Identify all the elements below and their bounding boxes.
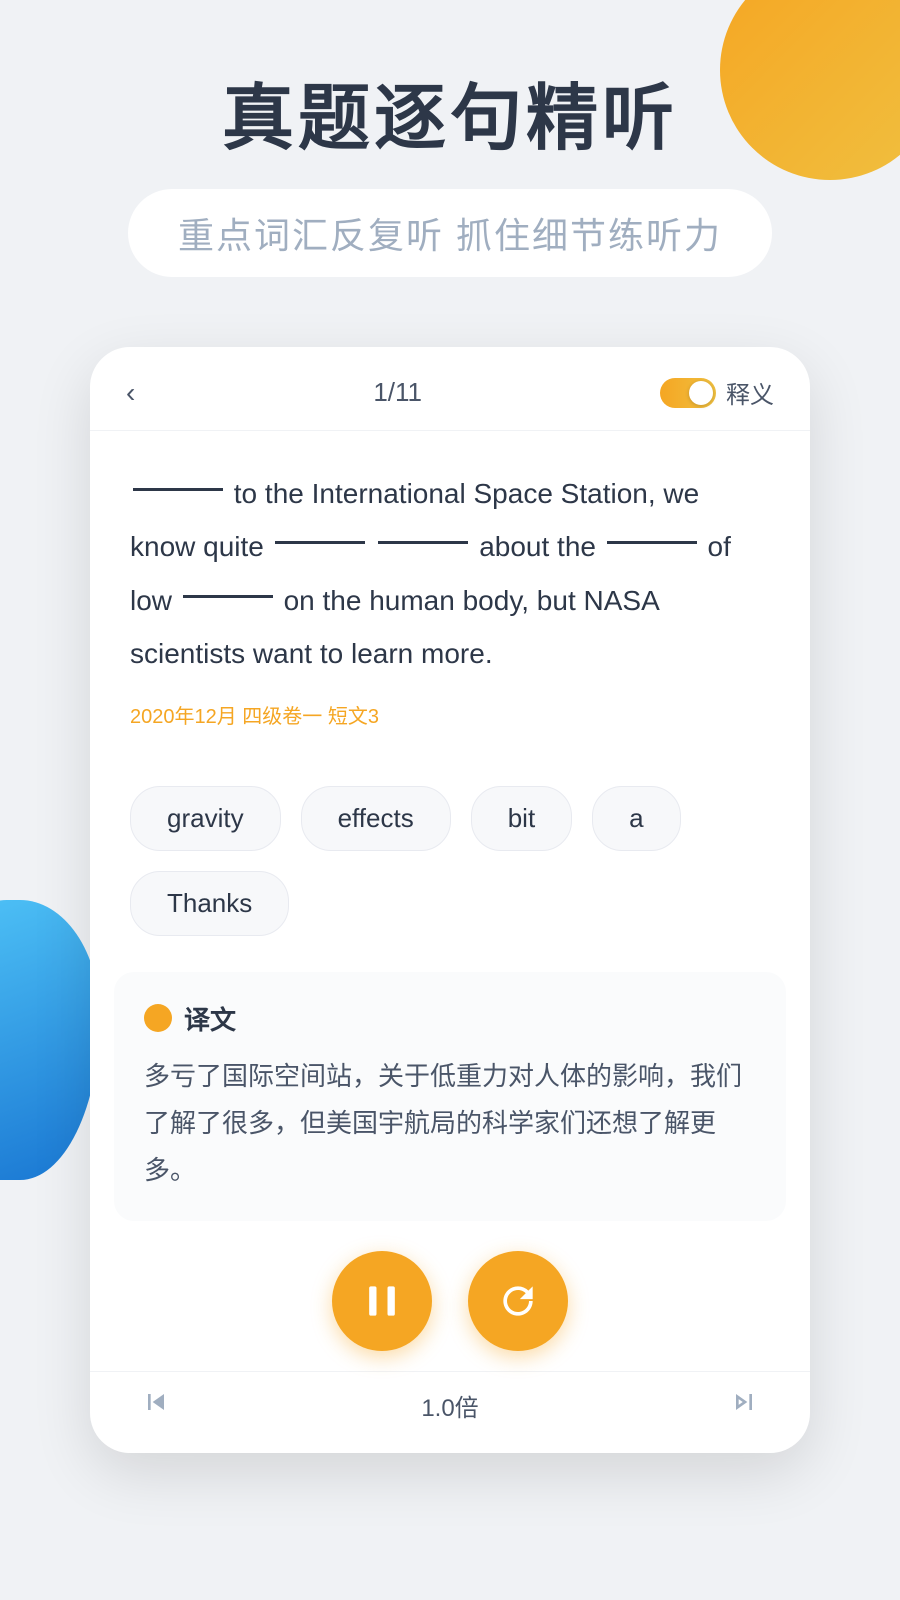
prev-track-button[interactable]	[140, 1386, 172, 1425]
bottom-controls	[90, 1221, 810, 1371]
blank-2	[275, 541, 365, 544]
blank-5	[183, 595, 273, 598]
phone-card: ‹ 1/11 释义 to the International Space Sta…	[90, 347, 810, 1453]
pause-button[interactable]	[332, 1251, 432, 1351]
translation-header: 译文	[144, 1000, 756, 1037]
toggle-knob	[689, 381, 713, 405]
passage-meta: 2020年12月 四级卷一 短文3	[130, 698, 770, 746]
definition-toggle[interactable]	[660, 378, 716, 408]
next-track-button[interactable]	[728, 1386, 760, 1425]
blank-3	[378, 541, 468, 544]
page-title: 真题逐句精听	[60, 80, 840, 159]
blank-1	[133, 488, 223, 491]
next-track-icon	[728, 1386, 760, 1418]
playback-bar: 1.0倍	[90, 1371, 810, 1453]
word-chip-bit[interactable]: bit	[471, 786, 572, 851]
word-chip-a[interactable]: a	[592, 786, 680, 851]
translation-dot	[144, 1004, 172, 1032]
translation-text: 多亏了国际空间站，关于低重力对人体的影响，我们了解了很多，但美国宇航局的科学家们…	[144, 1053, 756, 1193]
page-subtitle: 重点词汇反复听 抓住细节练听力	[178, 207, 722, 259]
progress-indicator: 1/11	[373, 377, 422, 408]
prev-track-icon	[140, 1386, 172, 1418]
word-options-container: gravity effects bit a Thanks	[90, 766, 810, 956]
passage-text: to the International Space Station, we k…	[90, 431, 810, 766]
nav-bar: ‹ 1/11 释义	[90, 347, 810, 431]
refresh-button[interactable]	[468, 1251, 568, 1351]
bg-decoration-blue	[0, 900, 100, 1180]
toggle-label: 释义	[726, 375, 774, 410]
nav-right-group: 释义	[660, 375, 774, 410]
blank-4	[607, 541, 697, 544]
refresh-icon	[496, 1279, 540, 1323]
translation-box: 译文 多亏了国际空间站，关于低重力对人体的影响，我们了解了很多，但美国宇航局的科…	[114, 972, 786, 1221]
header-section: 真题逐句精听 重点词汇反复听 抓住细节练听力	[0, 0, 900, 297]
translation-label: 译文	[184, 1000, 236, 1037]
word-chip-gravity[interactable]: gravity	[130, 786, 281, 851]
playback-speed[interactable]: 1.0倍	[421, 1388, 478, 1423]
word-chip-thanks[interactable]: Thanks	[130, 871, 289, 936]
back-button[interactable]: ‹	[126, 377, 135, 409]
pause-icon	[360, 1279, 404, 1323]
word-chip-effects[interactable]: effects	[301, 786, 451, 851]
subtitle-wrap: 重点词汇反复听 抓住细节练听力	[128, 189, 772, 277]
